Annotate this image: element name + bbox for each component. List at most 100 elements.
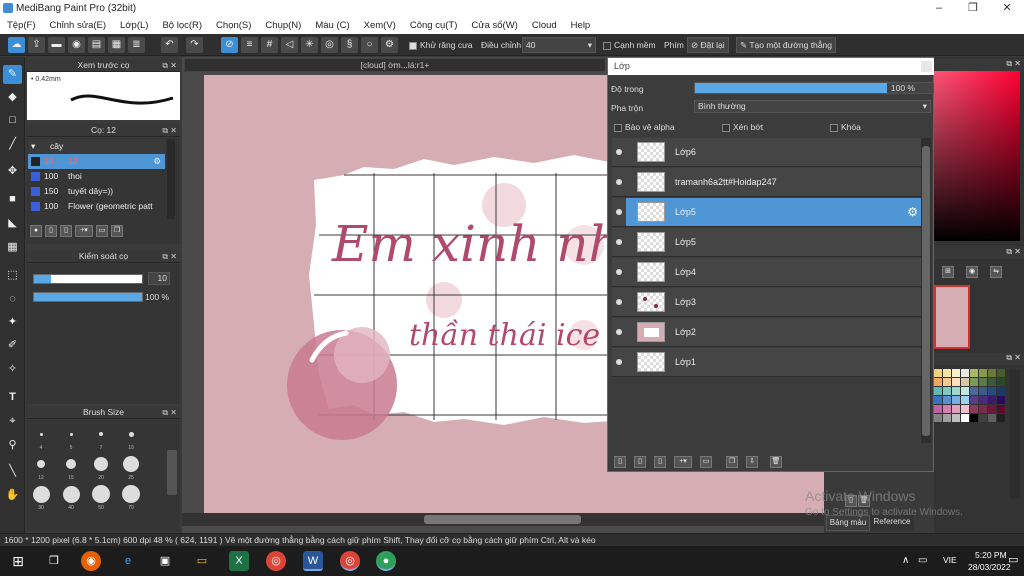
brush-list-scrollbar[interactable] — [167, 139, 175, 219]
new-8bit-layer-icon[interactable]: ▯ — [634, 456, 646, 468]
close-icon[interactable]: ⧉ ✕ — [1006, 59, 1021, 69]
palette-swatch[interactable] — [961, 396, 969, 404]
palette-swatch[interactable] — [979, 387, 987, 395]
palette-swatch[interactable] — [970, 414, 978, 422]
close-icon[interactable]: ⧉ ✕ — [1006, 353, 1021, 363]
line-tool-icon[interactable]: ╱ — [3, 135, 22, 154]
brush-size-scrollbar[interactable] — [167, 450, 177, 495]
minimize-button[interactable]: – — [922, 0, 956, 17]
chat-icon[interactable]: ◉ — [68, 37, 85, 53]
layer-row[interactable]: Lớp2 — [612, 318, 921, 347]
blend-mode-select[interactable]: Bình thường ▾ — [694, 100, 931, 113]
folder-icon[interactable]: ▭ — [700, 456, 712, 468]
antialias-checkbox[interactable]: Khử răng cưa — [409, 40, 473, 50]
curve-snap-icon[interactable]: § — [341, 37, 358, 53]
menu-view[interactable]: Xem(V) — [357, 17, 403, 34]
new-brush-icon[interactable]: ▯ — [45, 225, 57, 237]
brush-size-option[interactable] — [39, 432, 43, 436]
palette-swatch[interactable] — [952, 378, 960, 386]
brush-size-value[interactable]: 10 — [148, 272, 170, 285]
brush-size-option[interactable] — [69, 432, 73, 436]
palette-swatch[interactable] — [961, 414, 969, 422]
eye-icon[interactable] — [616, 179, 622, 185]
eye-icon[interactable] — [616, 209, 622, 215]
ellipse-snap-icon[interactable]: ○ — [361, 37, 378, 53]
perspective-snap-icon[interactable]: ◁ — [281, 37, 298, 53]
horizontal-scrollbar[interactable] — [182, 513, 824, 526]
upload-icon[interactable]: ⇪ — [28, 37, 45, 53]
palette-swatch[interactable] — [943, 378, 951, 386]
brush-size-option[interactable] — [122, 485, 140, 503]
eye-icon[interactable] — [616, 299, 622, 305]
comment-icon[interactable]: ▬ — [48, 37, 65, 53]
palette-swatch[interactable] — [952, 396, 960, 404]
menu-layer[interactable]: Lớp(L) — [113, 17, 155, 34]
maximize-button[interactable]: ❐ — [956, 0, 990, 17]
select-eraser-tool-icon[interactable]: ✧ — [3, 360, 22, 379]
smooth-edge-checkbox[interactable]: Cạnh mềm — [603, 40, 656, 50]
parallel-snap-icon[interactable]: ≡ — [241, 37, 258, 53]
brush-item[interactable]: 100 thoi — [28, 169, 165, 184]
move-tool-icon[interactable]: ✥ — [3, 162, 22, 181]
scrollbar-thumb[interactable] — [424, 515, 581, 524]
brush-size-option[interactable] — [123, 456, 139, 472]
notification-icon[interactable]: ▭ — [1008, 553, 1018, 566]
text-tool-icon[interactable]: T — [3, 388, 22, 407]
menu-file[interactable]: Tệp(F) — [0, 17, 43, 34]
palette-swatch[interactable] — [961, 369, 969, 377]
merge-layer-icon[interactable]: ⇩ — [746, 456, 758, 468]
clock-time[interactable]: 5:20 PM — [975, 550, 1007, 560]
layer-row[interactable]: tramanh6a2tt#Hoidap247 — [612, 168, 921, 197]
close-icon[interactable]: ⧉ ✕ — [162, 250, 177, 263]
eraser-tool-icon[interactable]: ◆ — [3, 88, 22, 107]
palette-swatch[interactable] — [970, 369, 978, 377]
brush-item[interactable]: 100 Flower (geometric patt — [28, 199, 165, 214]
layer-row[interactable]: Lớp3 — [612, 288, 921, 317]
new-layer-icon[interactable]: ▯ — [614, 456, 626, 468]
undo-icon[interactable]: ↶ — [161, 37, 178, 53]
palette-swatch[interactable] — [952, 414, 960, 422]
word-icon[interactable]: W — [303, 551, 323, 571]
dropper-tool-icon[interactable]: ╲ — [3, 462, 22, 481]
close-icon[interactable] — [921, 61, 932, 72]
brush-size-option[interactable] — [128, 431, 134, 437]
list-icon[interactable]: ≣ — [128, 37, 145, 53]
palette-swatch[interactable] — [997, 396, 1005, 404]
palette-swatch[interactable] — [997, 387, 1005, 395]
rotate-icon[interactable]: ◉ — [966, 266, 978, 278]
firefox-icon[interactable]: ◉ — [81, 551, 101, 571]
brush-size-option[interactable] — [37, 460, 45, 468]
layer-opacity-slider[interactable]: 100 % — [694, 82, 934, 94]
brush-size-option[interactable] — [66, 459, 76, 469]
chevron-up-icon[interactable]: ∧ — [902, 555, 909, 566]
folder-icon[interactable]: ▭ — [96, 225, 108, 237]
brush-item[interactable]: 150 tuyết dây=)) — [28, 184, 165, 199]
brush-size-slider[interactable] — [33, 274, 143, 284]
lasso-tool-icon[interactable]: ◌ — [3, 290, 22, 309]
palette-swatch[interactable] — [970, 378, 978, 386]
menu-cloud[interactable]: Cloud — [525, 17, 564, 34]
new-1bit-layer-icon[interactable]: ▯ — [654, 456, 666, 468]
snap-off-icon[interactable]: ⊘ — [221, 37, 238, 53]
store-icon[interactable]: ▣ — [155, 551, 175, 571]
palette-swatch[interactable] — [934, 414, 942, 422]
fill-rect-tool-icon[interactable]: ■ — [3, 190, 22, 209]
eye-icon[interactable] — [616, 359, 622, 365]
palette-swatch[interactable] — [961, 378, 969, 386]
grid-page-icon[interactable]: ▦ — [108, 37, 125, 53]
flip-icon[interactable]: ⇋ — [990, 266, 1002, 278]
brush-size-option[interactable] — [99, 432, 103, 436]
palette-swatch[interactable] — [970, 405, 978, 413]
clock-date[interactable]: 28/03/2022 — [968, 562, 1011, 572]
grid-snap-icon[interactable]: # — [261, 37, 278, 53]
settings-snap-icon[interactable]: ⚙ — [381, 37, 398, 53]
palette-swatch[interactable] — [934, 378, 942, 386]
palette-swatch[interactable] — [979, 414, 987, 422]
palette-swatch[interactable] — [952, 405, 960, 413]
palette-scrollbar[interactable] — [1010, 369, 1020, 499]
menu-tools[interactable]: Công cụ(T) — [403, 17, 465, 34]
close-icon[interactable]: ⧉ ✕ — [162, 124, 177, 137]
brush-folder[interactable]: ▾ cây — [28, 139, 165, 154]
explorer-icon[interactable]: ▭ — [192, 551, 212, 571]
duplicate-layer-icon[interactable]: ❐ — [726, 456, 738, 468]
